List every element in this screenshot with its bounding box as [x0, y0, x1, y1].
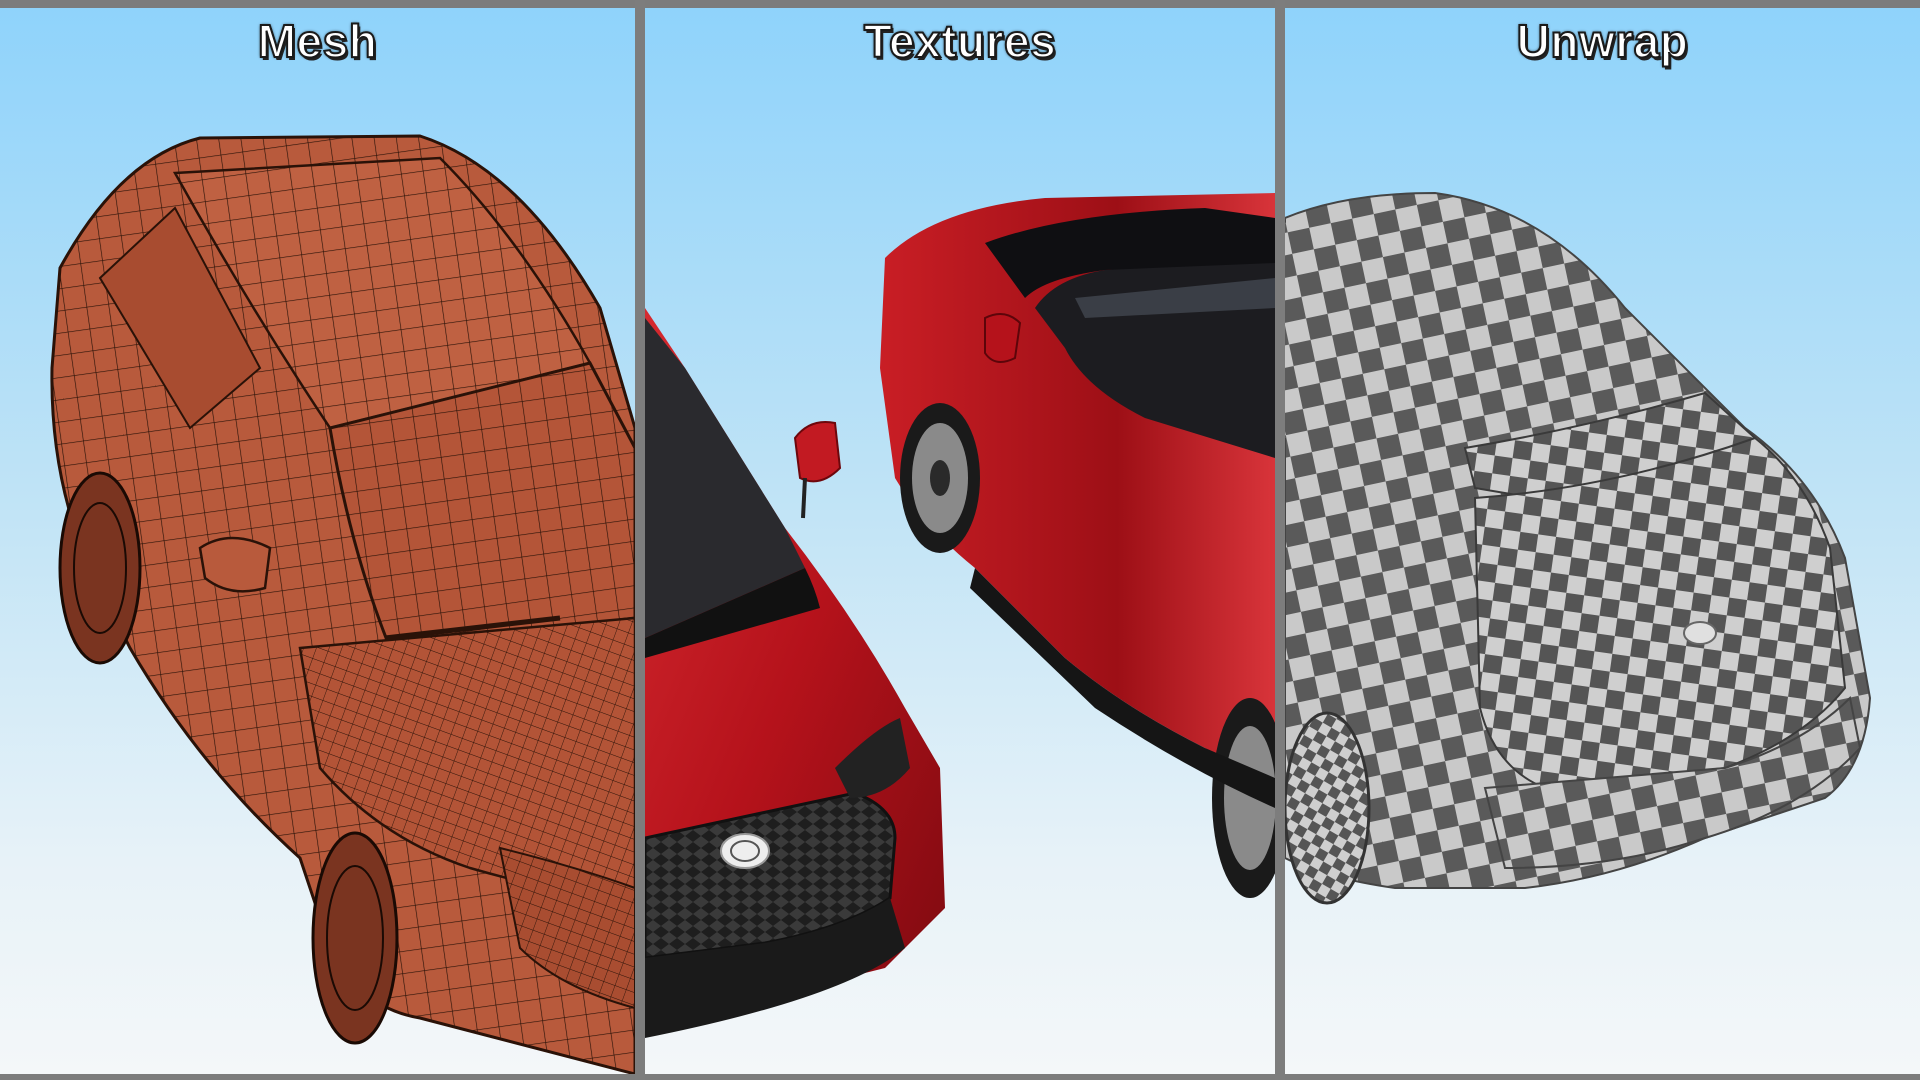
toyota-logo-icon	[720, 833, 770, 869]
emblem-icon	[1683, 621, 1717, 645]
unwrap-title: Unwrap	[1516, 14, 1689, 68]
textured-car-render	[645, 193, 1275, 1038]
divider	[635, 0, 645, 1080]
unwrap-car-render	[1285, 191, 1872, 905]
mesh-title: Mesh	[257, 14, 378, 68]
unwrap-panel: Unwrap	[1285, 8, 1920, 1074]
textures-panel: Textures	[645, 8, 1275, 1074]
mesh-car-render	[50, 134, 635, 1074]
mesh-panel: Mesh	[0, 8, 635, 1074]
divider	[1275, 0, 1285, 1080]
textures-title: Textures	[863, 14, 1057, 68]
